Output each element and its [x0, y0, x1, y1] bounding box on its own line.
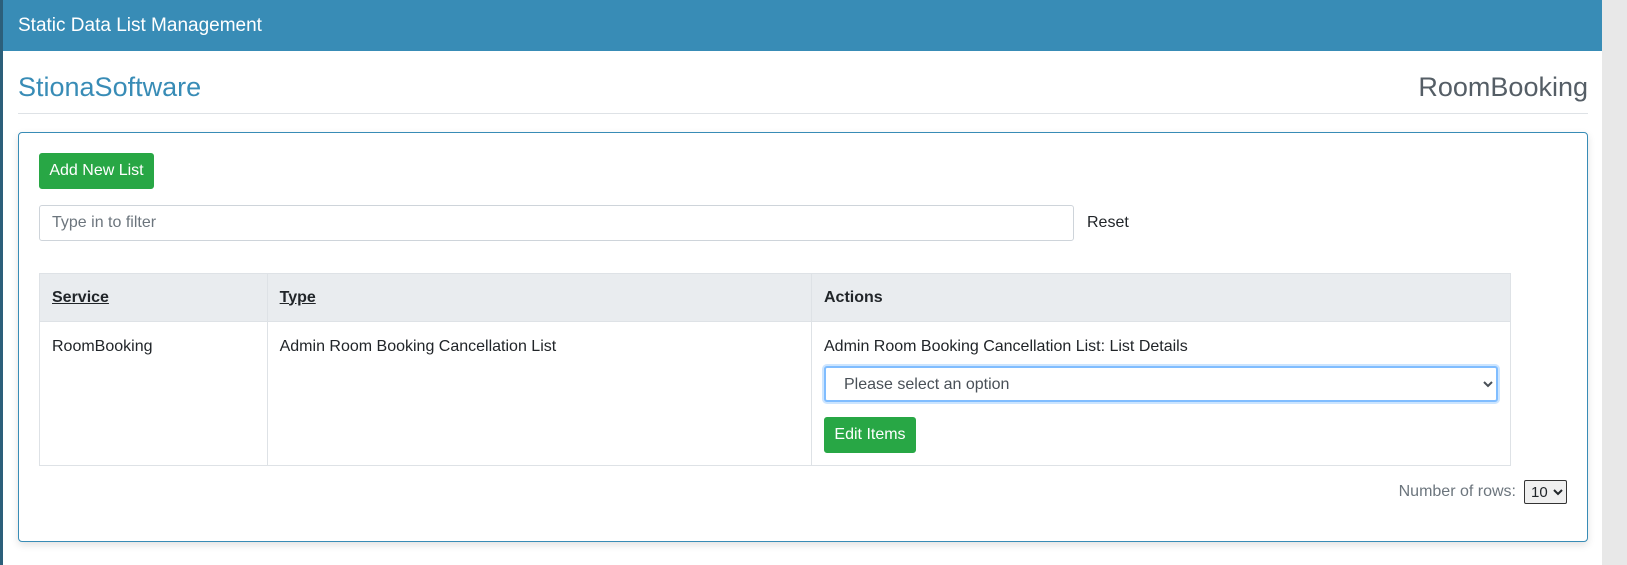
- cell-type: Admin Room Booking Cancellation List: [266, 321, 813, 466]
- cell-service: RoomBooking: [39, 321, 268, 466]
- app-title: Static Data List Management: [18, 14, 262, 36]
- service-name: RoomBooking: [1418, 72, 1588, 102]
- column-header-service[interactable]: Service: [39, 273, 268, 322]
- edit-items-button[interactable]: Edit Items: [824, 417, 916, 453]
- list-management-card: Add New List Reset Service Type Actions: [18, 132, 1588, 542]
- add-new-list-button[interactable]: Add New List: [39, 153, 154, 189]
- brand-row: StionaSoftware RoomBooking: [18, 62, 1588, 114]
- window-right-gutter: [1602, 0, 1627, 565]
- reset-button[interactable]: Reset: [1087, 214, 1129, 232]
- column-header-actions: Actions: [811, 273, 1511, 322]
- table-header-row: Service Type Actions: [39, 273, 1511, 322]
- column-header-label: Type: [279, 288, 316, 306]
- column-header-label: Actions: [824, 288, 883, 306]
- table-row: RoomBooking Admin Room Booking Cancellat…: [39, 321, 1511, 466]
- rows-per-page-control: Number of rows: 10: [1399, 480, 1567, 504]
- page: Static Data List Management StionaSoftwa…: [0, 0, 1627, 565]
- rows-per-page-select[interactable]: 10: [1524, 480, 1567, 504]
- company-brand: StionaSoftware: [18, 72, 202, 102]
- action-title: Admin Room Booking Cancellation List: Li…: [824, 338, 1188, 355]
- filter-input[interactable]: [39, 205, 1074, 241]
- rows-per-page-label: Number of rows:: [1398, 483, 1516, 500]
- window-left-edge: [0, 0, 3, 565]
- lists-table: Service Type Actions RoomBooking Admin R…: [39, 273, 1511, 466]
- column-header-label: Service: [52, 288, 109, 306]
- list-details-select[interactable]: Please select an option: [824, 366, 1498, 402]
- cell-actions: Admin Room Booking Cancellation List: Li…: [811, 321, 1511, 466]
- column-header-type[interactable]: Type: [266, 273, 813, 322]
- top-navbar: Static Data List Management: [3, 0, 1602, 51]
